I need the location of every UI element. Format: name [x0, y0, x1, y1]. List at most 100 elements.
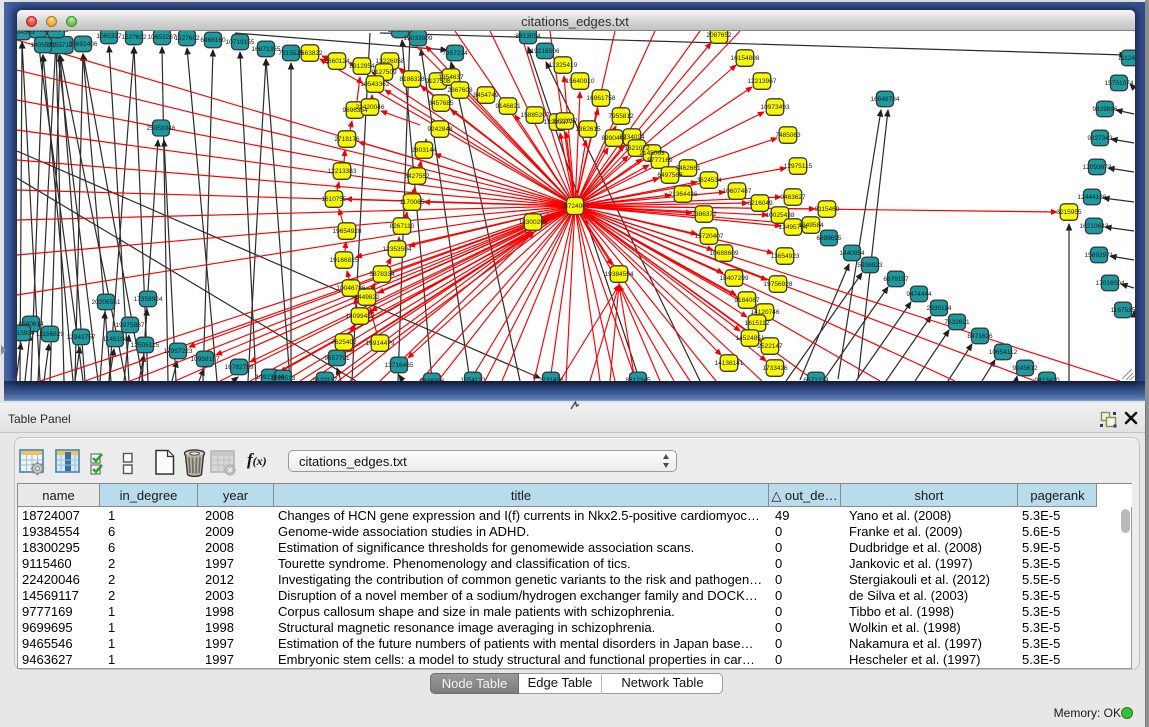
svg-text:8812345: 8812345: [625, 377, 651, 381]
svg-text:3624534: 3624534: [696, 177, 722, 184]
svg-text:20206551: 20206551: [92, 299, 121, 306]
svg-text:16671355: 16671355: [252, 46, 281, 53]
svg-text:17359924: 17359924: [134, 296, 163, 303]
svg-text:12093873: 12093873: [1083, 164, 1112, 171]
svg-text:18407299: 18407299: [720, 275, 749, 282]
svg-text:6879197: 6879197: [883, 276, 909, 283]
svg-text:3215955: 3215955: [1056, 209, 1082, 216]
svg-text:9184067: 9184067: [734, 297, 760, 304]
svg-text:1449822: 1449822: [354, 294, 380, 301]
svg-text:16914479: 16914479: [366, 340, 395, 347]
svg-text:25053346: 25053346: [147, 125, 176, 132]
svg-text:10653287: 10653287: [148, 34, 177, 41]
svg-text:21364436: 21364436: [669, 191, 698, 198]
svg-text:2522147: 2522147: [757, 343, 783, 350]
svg-text:6497568: 6497568: [657, 172, 683, 179]
svg-text:10719155: 10719155: [226, 39, 255, 46]
svg-text:7625402: 7625402: [331, 339, 357, 346]
svg-text:16782759: 16782759: [225, 364, 254, 371]
svg-text:9146821: 9146821: [495, 103, 521, 110]
svg-text:8267110: 8267110: [390, 223, 415, 230]
svg-text:9413420: 9413420: [1034, 377, 1060, 381]
svg-text:15885207: 15885207: [521, 112, 550, 119]
svg-text:5878334: 5878334: [369, 271, 395, 278]
svg-text:5938923: 5938923: [857, 262, 883, 269]
svg-text:1527602: 1527602: [174, 35, 200, 42]
svg-text:1610755: 1610755: [321, 196, 347, 203]
svg-text:1733426: 1733426: [762, 365, 788, 372]
svg-text:11156829: 11156829: [36, 331, 64, 338]
svg-text:1112406: 1112406: [1118, 55, 1135, 62]
svg-text:10543362: 10543362: [361, 81, 390, 88]
svg-text:1954637: 1954637: [438, 74, 464, 81]
svg-text:9329996: 9329996: [1092, 106, 1118, 113]
svg-text:14138141: 14138141: [715, 360, 744, 367]
svg-text:19218506: 19218506: [531, 48, 560, 55]
svg-text:15640910: 15640910: [566, 78, 595, 85]
svg-text:1145194: 1145194: [103, 336, 128, 343]
svg-text:6734024: 6734024: [619, 134, 645, 141]
svg-text:8660124: 8660124: [324, 58, 350, 65]
svg-text:1440954: 1440954: [839, 250, 865, 257]
svg-text:1054123: 1054123: [460, 377, 486, 381]
svg-text:8186328: 8186328: [399, 76, 425, 83]
svg-text:1603380: 1603380: [387, 31, 413, 34]
svg-text:1362615: 1362615: [575, 126, 601, 133]
svg-text:10973493: 10973493: [761, 104, 790, 111]
svg-text:1615112: 1615112: [745, 320, 770, 327]
svg-text:7357224: 7357224: [442, 50, 468, 57]
svg-text:7955812: 7955812: [608, 113, 634, 120]
svg-text:2231456: 2231456: [538, 377, 564, 381]
svg-text:1349584: 1349584: [798, 222, 824, 229]
svg-text:13654923: 13654923: [771, 253, 800, 260]
svg-text:6466160: 6466160: [200, 37, 226, 44]
svg-text:13716465: 13716465: [385, 362, 414, 369]
svg-text:10688609: 10688609: [710, 250, 739, 257]
svg-text:10046786: 10046786: [337, 285, 366, 292]
svg-text:1196513: 1196513: [271, 375, 296, 381]
svg-text:14120746: 14120746: [751, 309, 780, 316]
svg-text:18724007: 18724007: [561, 203, 590, 210]
svg-text:12213383: 12213383: [328, 168, 357, 175]
svg-text:15720407: 15720407: [695, 233, 724, 240]
svg-text:9227343: 9227343: [1087, 135, 1113, 142]
svg-text:10654112: 10654112: [989, 349, 1018, 356]
svg-text:19384554: 19384554: [605, 271, 634, 278]
svg-text:18300295: 18300295: [519, 219, 548, 226]
svg-text:17957223: 17957223: [164, 348, 193, 355]
svg-text:13226058: 13226058: [376, 58, 405, 65]
svg-text:15692971: 15692971: [1085, 252, 1114, 259]
svg-text:12353594: 12353594: [383, 246, 412, 253]
svg-text:10958107: 10958107: [191, 356, 220, 363]
svg-text:12505115: 12505115: [131, 342, 160, 349]
svg-text:8813054: 8813054: [515, 33, 541, 40]
svg-text:20691406: 20691406: [69, 41, 98, 48]
svg-text:1170065: 1170065: [400, 199, 425, 206]
svg-text:8427552: 8427552: [404, 173, 430, 180]
svg-text:12213967: 12213967: [748, 78, 777, 85]
svg-text:2935114: 2935114: [927, 305, 952, 312]
svg-text:19756928: 19756928: [764, 281, 793, 288]
svg-text:12975115: 12975115: [784, 163, 813, 170]
svg-text:7663822: 7663822: [297, 50, 323, 57]
svg-text:7632621: 7632621: [944, 319, 970, 326]
svg-text:19975867: 19975867: [116, 322, 145, 329]
svg-text:14524851: 14524851: [736, 335, 765, 342]
svg-text:19166825: 19166825: [330, 257, 359, 264]
svg-text:1822037: 1822037: [552, 118, 578, 125]
svg-text:1065327: 1065327: [96, 33, 122, 40]
svg-text:8454749: 8454749: [473, 92, 499, 99]
svg-text:2803144: 2803144: [411, 147, 437, 154]
svg-text:9115460: 9115460: [815, 206, 840, 213]
svg-text:6216049: 6216049: [747, 200, 773, 207]
svg-text:9657791: 9657791: [324, 355, 350, 362]
svg-text:22420046: 22420046: [356, 104, 385, 111]
svg-text:16033809: 16033809: [404, 35, 433, 42]
svg-text:16961758: 16961758: [587, 95, 616, 102]
svg-text:9463627: 9463627: [780, 194, 806, 201]
svg-text:19654928: 19654928: [333, 228, 362, 235]
svg-text:12444136: 12444136: [1078, 194, 1107, 201]
svg-text:7386372: 7386372: [691, 211, 717, 218]
svg-text:2718176: 2718176: [334, 136, 360, 143]
svg-text:1527602: 1527602: [121, 34, 147, 41]
